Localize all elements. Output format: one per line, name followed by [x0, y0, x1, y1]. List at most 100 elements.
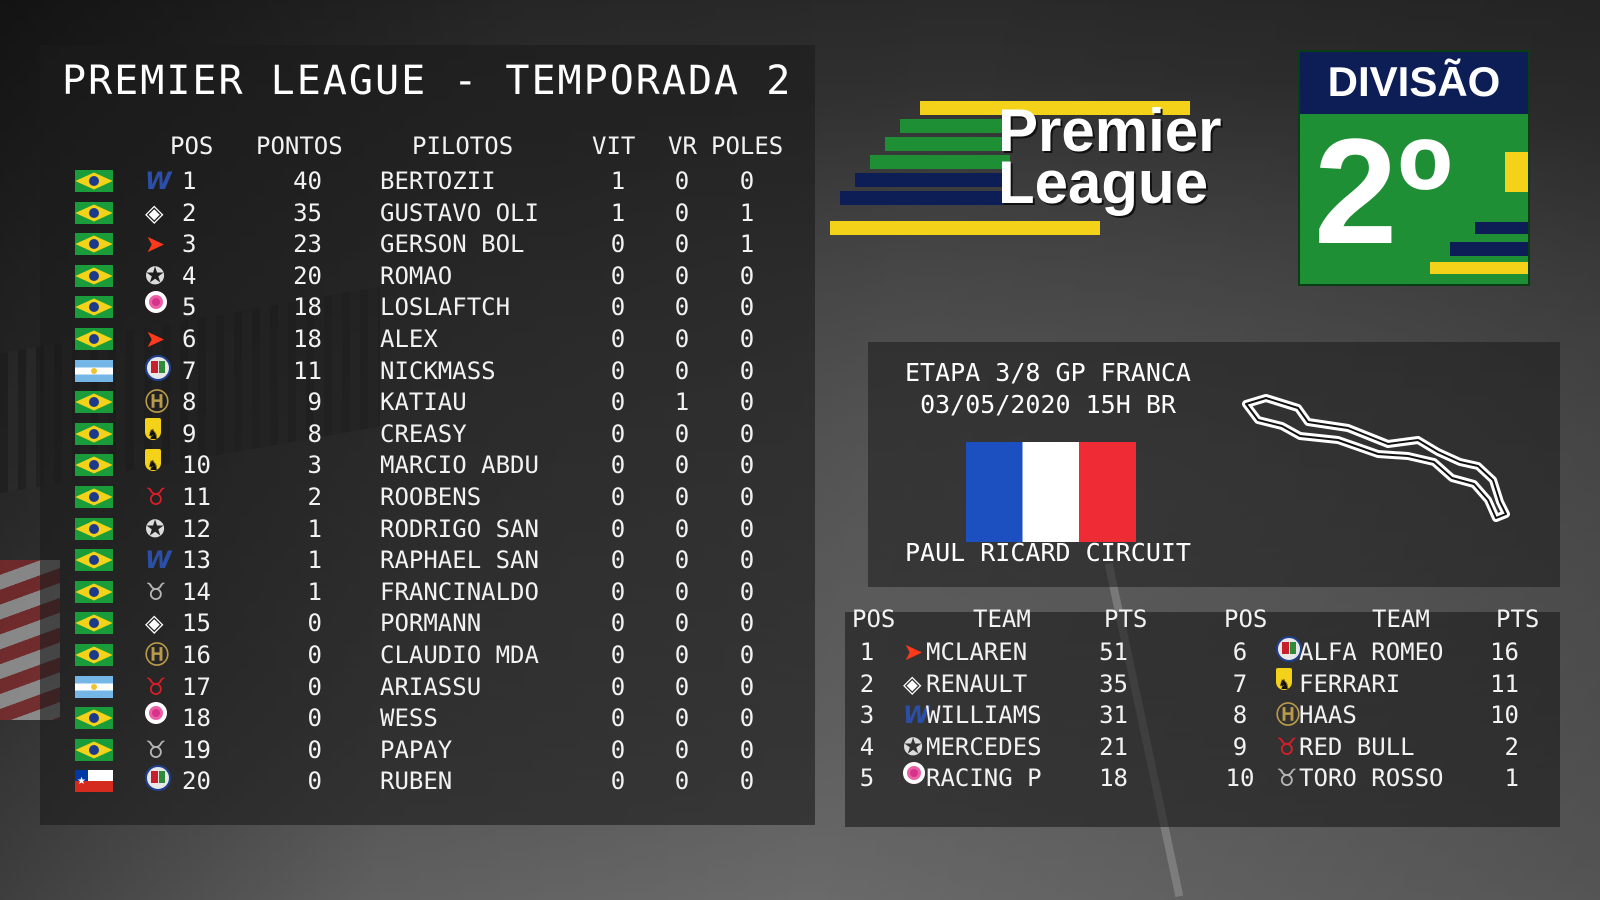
team-pos: 10 [1225, 764, 1255, 793]
driver-pos: 2 [182, 198, 197, 227]
driver-poles: 0 [739, 546, 755, 575]
team-name: FERRARI [1299, 669, 1401, 698]
flag-br-icon [75, 422, 113, 445]
team-row: 8 Ⓗ HAAS 10 [0, 699, 1600, 731]
team-row: 7 FERRARI 11 [0, 667, 1600, 701]
driver-row: ➤ 6 18 ALEX 0 0 0 [0, 323, 800, 355]
team-row: 10 ♉ TORO ROSSO 1 [1225, 764, 1519, 793]
division-number: 2º [1314, 107, 1453, 275]
driver-fastest-laps: 0 [674, 230, 690, 259]
header-drivers: PILOTOS [412, 132, 514, 160]
driver-name: MARCIO ABDU [380, 451, 539, 480]
logo-line-2: League [998, 149, 1209, 216]
team-header-team-left: TEAM [973, 605, 1031, 633]
team-points: 10 [1490, 701, 1519, 730]
driver-name: KATIAU [380, 388, 467, 417]
driver-points: 8 [307, 419, 322, 448]
team-name: ALFA ROMEO [1299, 638, 1444, 666]
driver-pos: 4 [182, 261, 197, 290]
driver-pos: 1 [182, 167, 197, 195]
team-points: 1 [1504, 764, 1519, 793]
driver-name: RODRIGO SAN [380, 514, 539, 543]
driver-row: 5 18 LOSLAFTCH 0 0 0 [0, 291, 800, 323]
driver-wins: 1 [610, 198, 626, 227]
driver-table-header: POS PONTOS PILOTOS VIT VR POLES [0, 130, 800, 162]
driver-poles: 0 [739, 451, 755, 480]
header-pos: POS [170, 132, 214, 160]
team-name: TORO ROSSO [1299, 764, 1444, 793]
driver-pos: 7 [182, 356, 197, 385]
team-points: 16 [1490, 638, 1519, 666]
flag-br-icon [75, 170, 113, 192]
team-pos: 8 [1232, 701, 1248, 730]
event-circuit: PAUL RICARD CIRCUIT [905, 538, 1191, 567]
driver-points: 3 [307, 451, 322, 480]
driver-wins: 0 [610, 230, 626, 259]
driver-name: GERSON BOL [380, 230, 525, 259]
driver-points: 2 [307, 483, 322, 511]
driver-poles: 0 [739, 261, 755, 290]
flag-br-icon [75, 580, 113, 603]
driver-fastest-laps: 0 [674, 293, 690, 322]
driver-pos: 6 [182, 325, 197, 353]
driver-poles: 0 [739, 167, 755, 195]
driver-fastest-laps: 1 [674, 388, 690, 417]
driver-fastest-laps: 0 [674, 419, 690, 448]
driver-poles: 1 [739, 198, 755, 227]
team-name: HAAS [1299, 701, 1357, 730]
header-poles: POLES [711, 132, 784, 160]
team-row: 6 ALFA ROMEO 16 [0, 636, 1600, 668]
flag-br-icon [75, 296, 113, 319]
driver-name: BERTOZII [380, 167, 496, 195]
driver-pos: 11 [182, 483, 211, 511]
premier-league-wordmark: Premier League [998, 101, 1221, 216]
driver-wins: 0 [610, 419, 626, 448]
division-label: DIVISÃO [1327, 58, 1501, 105]
team-points: 11 [1490, 669, 1519, 698]
driver-points: 1 [307, 546, 322, 575]
driver-pos: 9 [182, 419, 197, 448]
driver-points: 18 [293, 325, 322, 353]
driver-poles: 0 [739, 419, 755, 448]
team-header-pos-left: POS [852, 605, 896, 633]
page-title: PREMIER LEAGUE - TEMPORADA 2 [62, 58, 793, 104]
driver-row: ✪ 12 1 RODRIGO SAN 0 0 0 [0, 513, 800, 545]
driver-wins: 1 [610, 167, 626, 195]
driver-wins: 0 [610, 261, 626, 290]
driver-wins: 0 [610, 514, 626, 543]
team-header-pos-right: POS [1224, 605, 1268, 633]
driver-poles: 0 [739, 483, 755, 511]
flag-br-icon [75, 328, 113, 350]
driver-row: ♉ 11 2 ROOBENS 0 0 0 [0, 481, 800, 513]
flag-br-icon [75, 517, 113, 540]
team-pos: 7 [1232, 669, 1248, 698]
header-wins: VIT [592, 132, 636, 160]
driver-points: 20 [293, 261, 322, 290]
driver-pos: 13 [182, 546, 211, 575]
driver-row: 10 3 MARCIO ABDU 0 0 0 [0, 449, 800, 482]
driver-points: 40 [293, 167, 322, 195]
driver-pos: 12 [182, 514, 211, 543]
driver-points: 18 [293, 293, 322, 322]
driver-fastest-laps: 0 [674, 483, 690, 511]
driver-fastest-laps: 0 [674, 356, 690, 385]
flag-br-icon [75, 391, 113, 414]
team-header-team-right: TEAM [1372, 605, 1430, 633]
driver-poles: 1 [739, 230, 755, 259]
driver-fastest-laps: 0 [674, 451, 690, 480]
driver-fastest-laps: 0 [674, 546, 690, 575]
flag-br-icon [75, 233, 113, 256]
driver-wins: 0 [610, 546, 626, 575]
driver-wins: 0 [610, 483, 626, 511]
driver-points: 35 [293, 198, 322, 227]
driver-fastest-laps: 0 [674, 514, 690, 543]
driver-poles: 0 [739, 388, 755, 417]
driver-poles: 0 [739, 293, 755, 322]
driver-wins: 0 [610, 388, 626, 417]
driver-name: ROMAO [380, 261, 453, 290]
driver-row: ◈ 2 35 GUSTAVO OLI 1 0 1 [0, 197, 800, 229]
driver-wins: 0 [610, 451, 626, 480]
france-flag [966, 442, 1136, 542]
driver-points: 11 [293, 356, 322, 385]
driver-fastest-laps: 0 [674, 198, 690, 227]
